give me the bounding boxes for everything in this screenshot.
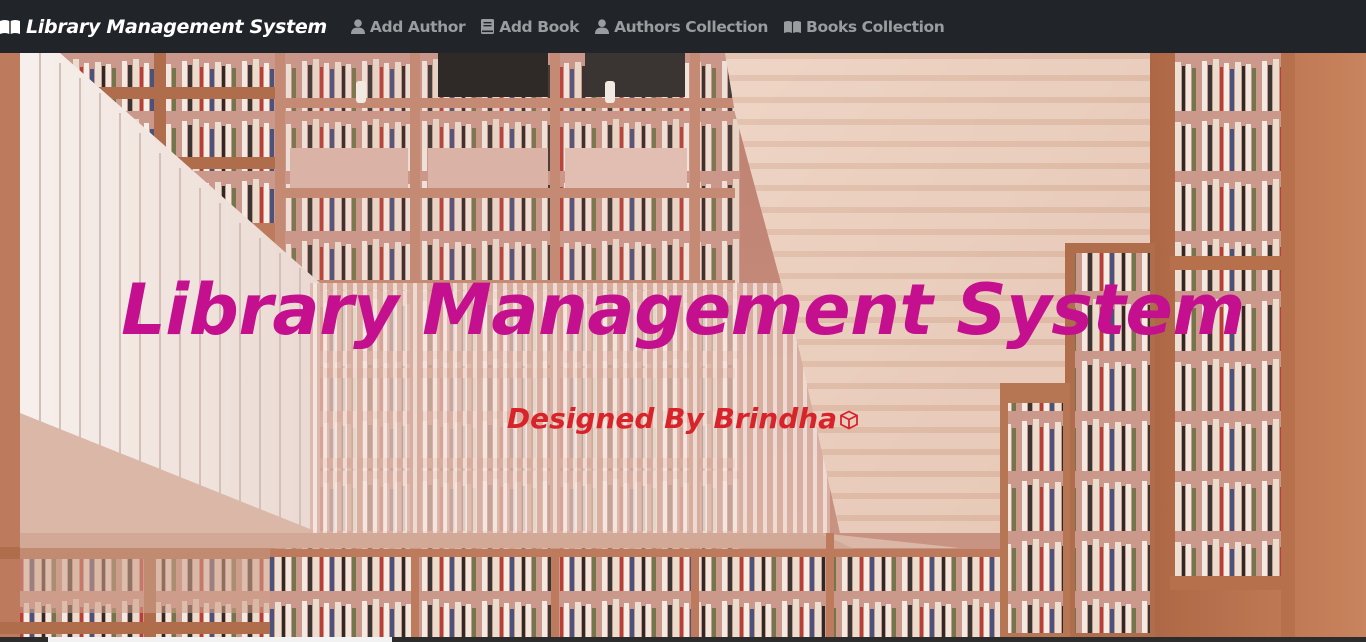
user-icon — [595, 19, 610, 34]
nav-books-collection-label: Books Collection — [806, 17, 945, 36]
book-open-icon — [0, 19, 20, 34]
cube-icon — [840, 410, 858, 430]
user-icon — [350, 19, 365, 34]
nav-authors-collection[interactable]: Authors Collection — [595, 18, 768, 36]
navbar-brand[interactable]: Library Management System — [0, 16, 327, 38]
brand-label: Library Management System — [26, 15, 327, 38]
nav-add-book-label: Add Book — [499, 17, 580, 36]
nav-books-collection[interactable]: Books Collection — [784, 17, 945, 36]
nav-add-author[interactable]: Add Author — [350, 17, 466, 36]
hero-subtitle: Designed By Brindha — [0, 402, 1366, 435]
nav-add-author-label: Add Author — [369, 17, 466, 36]
hero-title: Library Management System — [121, 269, 1245, 351]
nav-add-book[interactable]: Add Book — [481, 18, 579, 36]
navbar: Library Management System Add Author Add… — [0, 0, 1366, 53]
page-bottom-edge — [0, 637, 1366, 642]
nav-authors-collection-label: Authors Collection — [614, 17, 769, 36]
scroll-indicator — [48, 637, 392, 642]
book-icon — [481, 19, 495, 34]
book-open-icon — [784, 20, 802, 33]
hero-section: Library Management System Designed By Br… — [0, 53, 1366, 642]
hero-subtitle-text: Designed By Brindha — [506, 402, 838, 435]
